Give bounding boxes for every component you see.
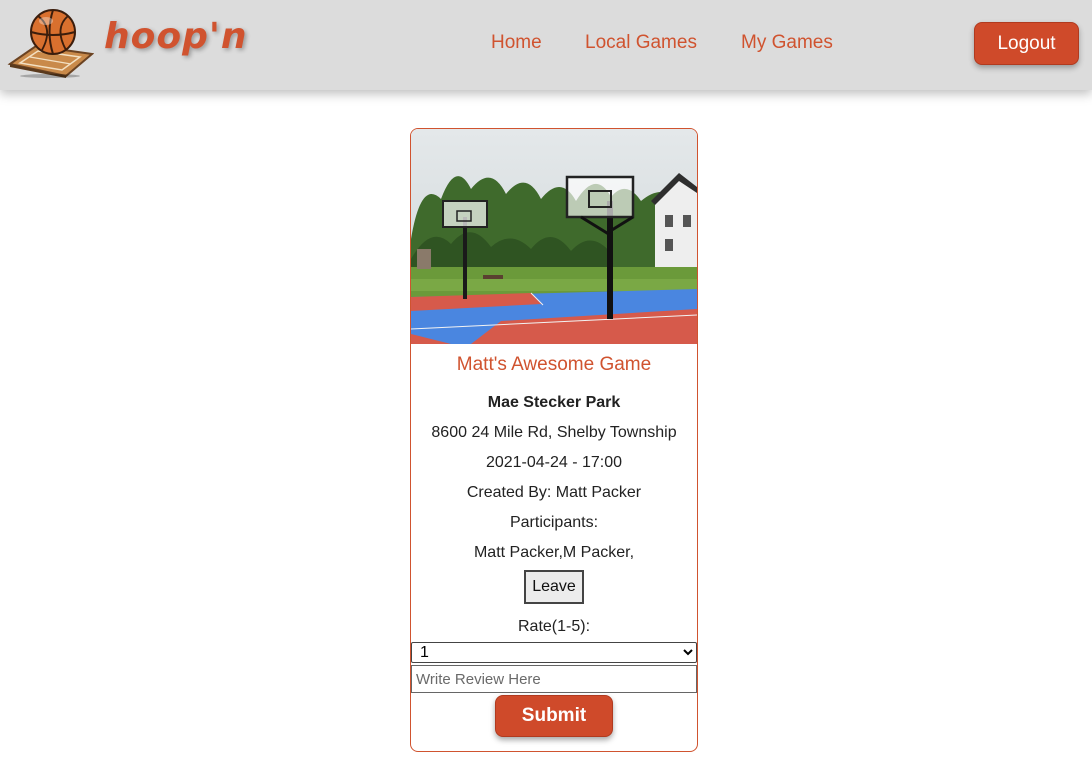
review-input[interactable]: [411, 665, 697, 693]
submit-review-button[interactable]: Submit: [495, 695, 613, 737]
created-by: Created By: Matt Packer: [466, 484, 642, 501]
game-title: Matt's Awesome Game: [456, 354, 652, 375]
brand-name[interactable]: hoop'n: [104, 16, 248, 57]
participants-list: Matt Packer,M Packer,: [473, 544, 635, 561]
top-navbar: hoop'n Home Local Games My Games Logout: [0, 0, 1092, 90]
park-name: Mae Stecker Park: [487, 394, 621, 411]
game-card: Matt's Awesome Game Mae Stecker Park 860…: [410, 128, 698, 752]
logout-button[interactable]: Logout: [974, 22, 1079, 65]
rating-select[interactable]: 1: [411, 642, 697, 663]
nav-local-games-link[interactable]: Local Games: [585, 32, 697, 54]
basketball-logo-icon[interactable]: [6, 6, 95, 78]
leave-game-button[interactable]: Leave: [524, 570, 584, 604]
park-address: 8600 24 Mile Rd, Shelby Township: [431, 424, 677, 441]
nav-home-link[interactable]: Home: [491, 32, 542, 54]
nav-my-games-link[interactable]: My Games: [741, 32, 833, 54]
game-datetime: 2021-04-24 - 17:00: [485, 454, 623, 471]
participants-label: Participants:: [509, 514, 599, 531]
rate-label: Rate(1-5):: [517, 618, 591, 635]
basketball-court-photo: [411, 129, 697, 344]
